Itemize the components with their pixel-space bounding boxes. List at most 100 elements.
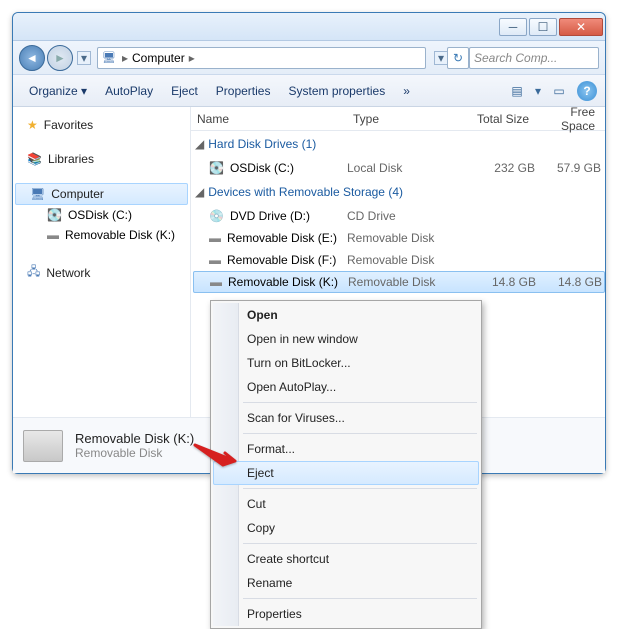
close-button[interactable]: ✕ bbox=[559, 18, 603, 36]
drive-free: 57.9 GB bbox=[535, 161, 601, 175]
column-free-space[interactable]: Free Space bbox=[535, 107, 601, 133]
navigation-pane: ★ Favorites 📚 Libraries 🖥 Computer 💽 OSDisk … bbox=[13, 107, 191, 417]
titlebar: ─ ☐ ✕ bbox=[13, 13, 605, 41]
chevron-down-icon: ◢ bbox=[195, 185, 204, 199]
computer-icon: 🖥 bbox=[30, 187, 45, 201]
drive-type: Removable Disk bbox=[348, 275, 470, 289]
sidebar-label: Network bbox=[46, 266, 90, 280]
drive-name: DVD Drive (D:) bbox=[230, 209, 310, 223]
drive-free: 14.8 GB bbox=[536, 275, 602, 289]
sidebar-item-computer[interactable]: 🖥 Computer bbox=[15, 183, 188, 205]
autoplay-button[interactable]: AutoPlay bbox=[97, 80, 161, 102]
context-eject[interactable]: Eject bbox=[213, 461, 479, 485]
sidebar-label: Libraries bbox=[48, 152, 94, 166]
address-bar[interactable]: 🖥 ▸ Computer ▸ bbox=[97, 47, 426, 69]
removable-icon: ▬ bbox=[210, 275, 222, 289]
drive-type: Local Disk bbox=[347, 161, 469, 175]
navigation-bar: ◄ ► ▾ 🖥 ▸ Computer ▸ ▾ ↻ Search Comp... bbox=[13, 41, 605, 75]
sidebar-item-libraries[interactable]: 📚 Libraries bbox=[13, 149, 190, 169]
details-drive-icon bbox=[23, 430, 63, 462]
details-title: Removable Disk (K:) bbox=[75, 431, 194, 446]
properties-button[interactable]: Properties bbox=[208, 80, 279, 102]
details-subtitle: Removable Disk bbox=[75, 446, 194, 460]
disk-icon: 💽 bbox=[47, 208, 62, 222]
context-rename[interactable]: Rename bbox=[213, 571, 479, 595]
group-removable-storage[interactable]: ◢ Devices with Removable Storage (4) bbox=[191, 179, 605, 205]
system-properties-button[interactable]: System properties bbox=[280, 80, 393, 102]
context-format[interactable]: Format... bbox=[213, 437, 479, 461]
context-separator bbox=[243, 402, 477, 403]
removable-icon: ▬ bbox=[209, 231, 221, 245]
column-type[interactable]: Type bbox=[347, 112, 469, 126]
drive-name: OSDisk (C:) bbox=[230, 161, 294, 175]
network-icon: 🖧 bbox=[27, 262, 40, 283]
drive-size: 14.8 GB bbox=[470, 275, 536, 289]
drive-dvd[interactable]: 💿 DVD Drive (D:) CD Drive bbox=[191, 205, 605, 227]
group-label: Hard Disk Drives (1) bbox=[208, 137, 316, 151]
drive-name: Removable Disk (E:) bbox=[227, 231, 337, 245]
sidebar-label: Computer bbox=[51, 187, 104, 201]
breadcrumb-separator: ▸ bbox=[120, 51, 130, 65]
drive-name: Removable Disk (F:) bbox=[227, 253, 336, 267]
drive-removable-k[interactable]: ▬ Removable Disk (K:) Removable Disk 14.8… bbox=[193, 271, 605, 293]
organize-button[interactable]: Organize ▾ bbox=[21, 80, 95, 102]
libraries-icon: 📚 bbox=[27, 152, 42, 166]
group-hard-disk-drives[interactable]: ◢ Hard Disk Drives (1) bbox=[191, 131, 605, 157]
drive-name: Removable Disk (K:) bbox=[228, 275, 338, 289]
context-separator bbox=[243, 598, 477, 599]
context-open[interactable]: Open bbox=[213, 303, 479, 327]
forward-button[interactable]: ► bbox=[47, 45, 73, 71]
context-properties[interactable]: Properties bbox=[213, 602, 479, 626]
overflow-button[interactable]: » bbox=[395, 80, 418, 102]
drive-osdisk[interactable]: 💽 OSDisk (C:) Local Disk 232 GB 57.9 GB bbox=[191, 157, 605, 179]
context-cut[interactable]: Cut bbox=[213, 492, 479, 516]
context-scan-viruses[interactable]: Scan for Viruses... bbox=[213, 406, 479, 430]
context-open-new-window[interactable]: Open in new window bbox=[213, 327, 479, 351]
sidebar-item-favorites[interactable]: ★ Favorites bbox=[13, 115, 190, 135]
annotation-arrow bbox=[193, 443, 243, 476]
drive-type: Removable Disk bbox=[347, 231, 469, 245]
sidebar-label: Removable Disk (K:) bbox=[65, 228, 175, 242]
context-menu: Open Open in new window Turn on BitLocke… bbox=[210, 300, 482, 629]
breadcrumb-computer[interactable]: Computer bbox=[130, 51, 187, 65]
drive-removable-e[interactable]: ▬ Removable Disk (E:) Removable Disk bbox=[191, 227, 605, 249]
disk-icon: 💽 bbox=[209, 161, 224, 175]
chevron-down-icon: ◢ bbox=[195, 137, 204, 151]
column-headers: Name Type Total Size Free Space bbox=[191, 107, 605, 131]
search-input[interactable]: Search Comp... bbox=[469, 47, 599, 69]
help-button[interactable]: ? bbox=[577, 81, 597, 101]
drive-removable-f[interactable]: ▬Removable Disk (F:) Removable Disk bbox=[191, 249, 605, 271]
dvd-icon: 💿 bbox=[209, 209, 224, 223]
context-copy[interactable]: Copy bbox=[213, 516, 479, 540]
column-total-size[interactable]: Total Size bbox=[469, 112, 535, 126]
removable-icon: ▬ bbox=[47, 228, 59, 242]
context-create-shortcut[interactable]: Create shortcut bbox=[213, 547, 479, 571]
drive-type: CD Drive bbox=[347, 209, 469, 223]
column-name[interactable]: Name bbox=[191, 112, 347, 126]
maximize-button[interactable]: ☐ bbox=[529, 18, 557, 36]
context-separator bbox=[243, 488, 477, 489]
sidebar-item-osdisk[interactable]: 💽 OSDisk (C:) bbox=[13, 205, 190, 225]
command-bar: Organize ▾ AutoPlay Eject Properties Sys… bbox=[13, 75, 605, 107]
sidebar-label: OSDisk (C:) bbox=[68, 208, 132, 222]
minimize-button[interactable]: ─ bbox=[499, 18, 527, 36]
drive-size: 232 GB bbox=[469, 161, 535, 175]
eject-button[interactable]: Eject bbox=[163, 80, 206, 102]
star-icon: ★ bbox=[27, 118, 38, 132]
preview-pane-button[interactable]: ▭ bbox=[547, 80, 571, 102]
breadcrumb-separator[interactable]: ▸ bbox=[187, 51, 197, 65]
refresh-button[interactable]: ↻ bbox=[447, 47, 469, 69]
sidebar-label: Favorites bbox=[44, 118, 93, 132]
back-button[interactable]: ◄ bbox=[19, 45, 45, 71]
context-autoplay[interactable]: Open AutoPlay... bbox=[213, 375, 479, 399]
nav-history-dropdown[interactable]: ▾ bbox=[77, 51, 91, 65]
sidebar-item-removable-k[interactable]: ▬ Removable Disk (K:) bbox=[13, 225, 190, 245]
view-dropdown[interactable]: ▾ bbox=[531, 80, 545, 102]
context-separator bbox=[243, 543, 477, 544]
context-bitlocker[interactable]: Turn on BitLocker... bbox=[213, 351, 479, 375]
removable-icon: ▬ bbox=[209, 253, 221, 267]
sidebar-item-network[interactable]: 🖧 Network bbox=[13, 259, 190, 286]
view-button[interactable]: ▤ bbox=[505, 80, 529, 102]
address-dropdown[interactable]: ▾ bbox=[434, 51, 448, 65]
computer-icon: 🖥 bbox=[102, 51, 116, 64]
